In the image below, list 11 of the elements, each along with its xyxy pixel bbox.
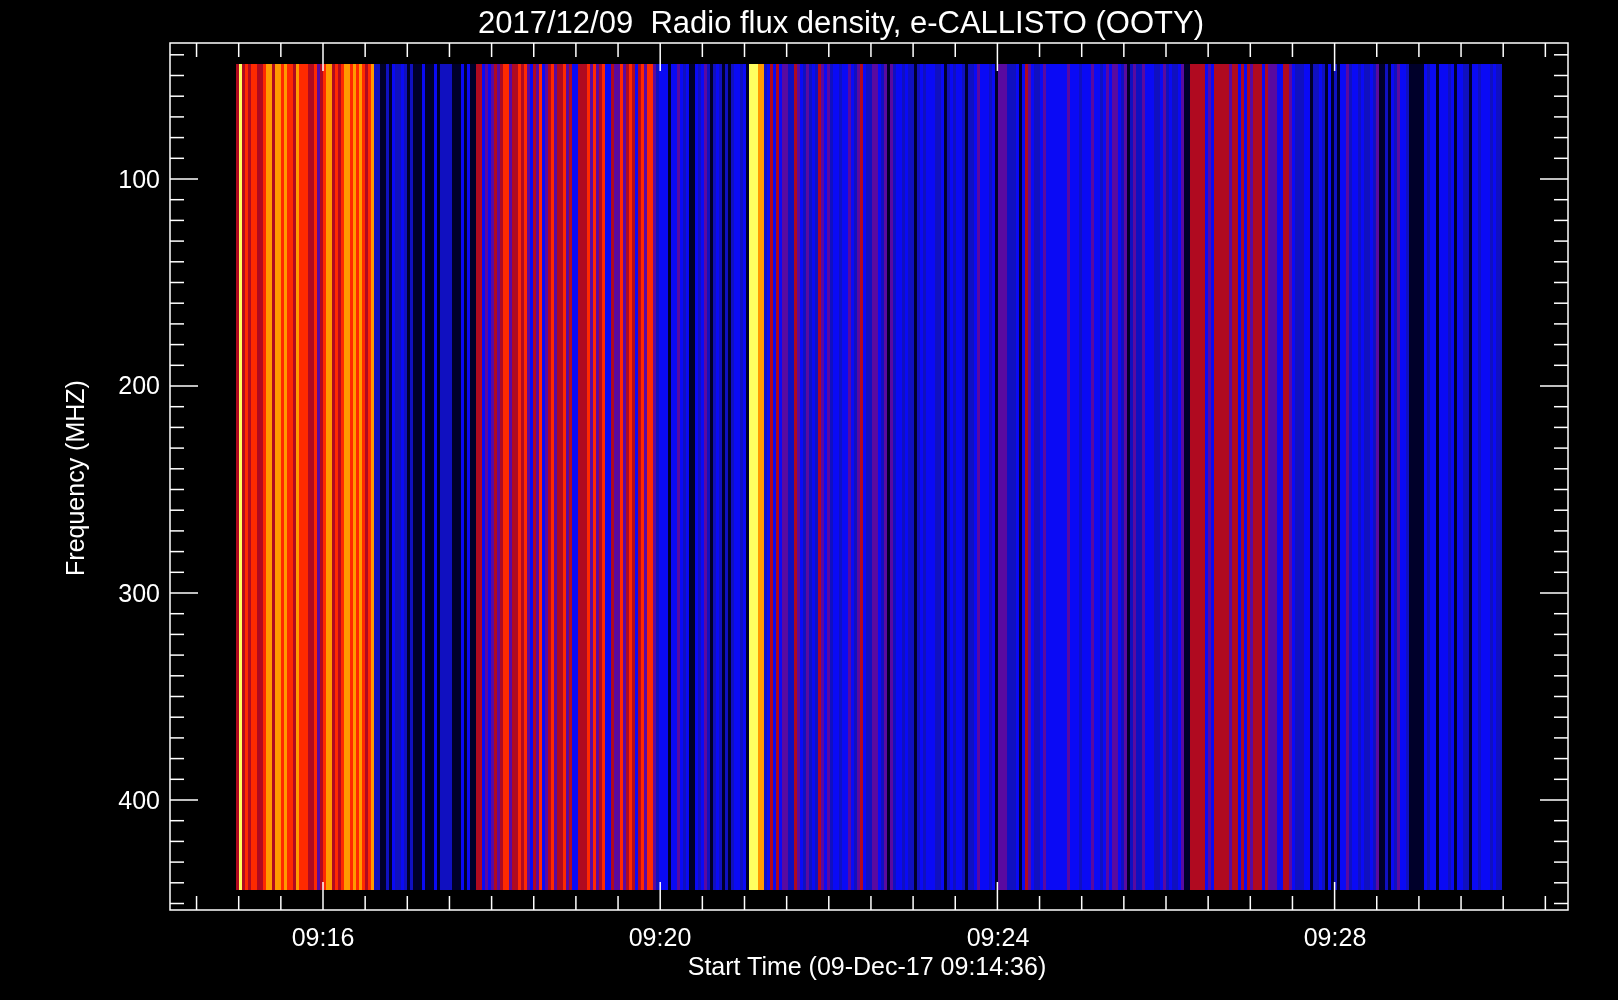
y-tick-label: 400 xyxy=(118,786,160,814)
y-tick-label: 200 xyxy=(118,371,160,399)
x-tick-label: 09:28 xyxy=(1303,923,1367,951)
x-tick-label: 09:20 xyxy=(628,923,692,951)
x-tick-label: 09:24 xyxy=(966,923,1030,951)
y-tick-label: 100 xyxy=(118,165,160,193)
y-axis-label: Frequency (MHZ) xyxy=(61,380,89,576)
y-tick-label: 300 xyxy=(118,579,160,607)
chart-title: 2017/12/09 Radio flux density, e-CALLISTO (OOTY) xyxy=(478,5,1204,40)
x-axis-label: Start Time (09-Dec-17 09:14:36) xyxy=(687,952,1047,980)
x-tick-label: 09:16 xyxy=(291,923,355,951)
